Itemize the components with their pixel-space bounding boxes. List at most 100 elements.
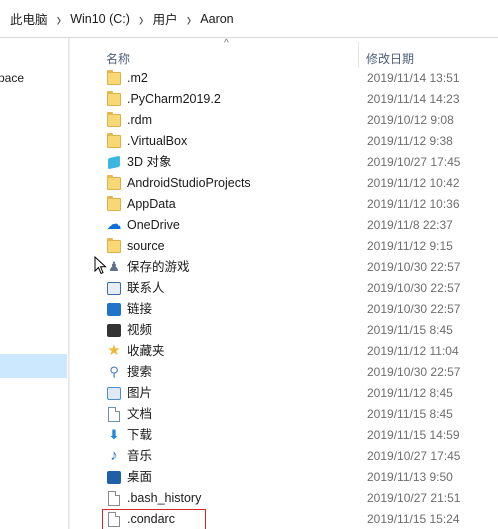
documents-icon <box>106 407 122 422</box>
folder-icon <box>106 91 122 107</box>
file-date-modified: 2019/11/15 8:45 <box>367 323 453 337</box>
file-date-modified: 2019/11/15 14:59 <box>367 428 460 442</box>
file-name: 下载 <box>127 428 153 442</box>
folder-icon <box>106 196 122 212</box>
file-icon <box>106 491 122 506</box>
file-name: .bash_history <box>127 491 202 505</box>
favorites-icon: ★ <box>107 342 121 359</box>
file-name: 保存的游戏 <box>127 260 190 274</box>
file-date-modified: 2019/11/14 14:23 <box>367 92 460 106</box>
file-row[interactable]: AppData 2019/11/12 10:36 <box>86 194 498 215</box>
file-name: 视频 <box>127 323 153 337</box>
file-row[interactable]: ⬇ 下载 2019/11/15 14:59 <box>86 425 498 446</box>
file-row[interactable]: AndroidStudioProjects 2019/11/12 10:42 <box>86 173 498 194</box>
file-rows: .m2 2019/11/14 13:51 .PyCharm2019.2 2019/11… <box>86 68 498 529</box>
file-row[interactable]: 视频 2019/11/15 8:45 <box>86 320 498 341</box>
file-name: 文档 <box>127 407 153 421</box>
breadcrumb-aaron[interactable]: Aaron <box>200 12 233 26</box>
file-name: 音乐 <box>127 449 153 463</box>
file-row[interactable]: ♪ 音乐 2019/10/27 17:45 <box>86 446 498 467</box>
contacts-icon <box>106 281 122 296</box>
file-date-modified: 2019/11/13 9:50 <box>367 470 453 484</box>
navigation-pane[interactable]: pace ▲ <box>0 38 70 529</box>
onedrive-icon: ☁ <box>106 216 122 233</box>
file-row[interactable]: ⚲ 搜索 2019/10/30 22:57 <box>86 362 498 383</box>
mouse-cursor-icon <box>94 256 107 275</box>
column-header-row: ^ 名称 修改日期 <box>86 38 498 68</box>
file-name: AppData <box>127 197 176 211</box>
file-date-modified: 2019/10/30 22:57 <box>367 260 461 274</box>
breadcrumb-separator-icon[interactable]: › <box>139 7 144 29</box>
pictures-icon <box>106 386 122 401</box>
file-name: 收藏夹 <box>127 344 165 358</box>
file-row[interactable]: .VirtualBox 2019/11/12 9:38 <box>86 131 498 152</box>
file-name: .condarc <box>127 512 175 526</box>
file-row[interactable]: .rdm 2019/10/12 9:08 <box>86 110 498 131</box>
file-date-modified: 2019/11/12 11:04 <box>367 344 459 358</box>
breadcrumb-separator-icon[interactable]: › <box>187 7 192 29</box>
file-name: 图片 <box>127 386 153 400</box>
videos-icon <box>106 323 122 338</box>
file-date-modified: 2019/11/12 10:42 <box>367 176 460 190</box>
nav-item-selected[interactable] <box>0 354 67 378</box>
folder-icon <box>106 70 122 86</box>
file-row[interactable]: ♟ 保存的游戏 2019/10/30 22:57 <box>86 257 498 278</box>
file-row[interactable]: 链接 2019/10/30 22:57 <box>86 299 498 320</box>
file-date-modified: 2019/10/27 21:51 <box>367 491 461 505</box>
file-name: AndroidStudioProjects <box>127 176 251 190</box>
file-name: .PyCharm2019.2 <box>127 92 221 106</box>
file-name: 搜索 <box>127 365 153 379</box>
sort-ascending-icon: ^ <box>224 38 229 49</box>
nav-scrollbar[interactable]: ▲ <box>68 38 70 529</box>
file-name: OneDrive <box>127 218 180 232</box>
column-divider[interactable] <box>358 42 359 68</box>
file-row[interactable]: .bash_history 2019/10/27 21:51 <box>86 488 498 509</box>
file-row[interactable]: ☁ OneDrive 2019/11/8 22:37 <box>86 215 498 236</box>
folder-icon <box>106 133 122 149</box>
file-row[interactable]: ★ 收藏夹 2019/11/12 11:04 <box>86 341 498 362</box>
file-name: 联系人 <box>127 281 165 295</box>
file-row[interactable]: .m2 2019/11/14 13:51 <box>86 68 498 89</box>
folder-icon <box>106 175 122 191</box>
file-date-modified: 2019/11/14 13:51 <box>367 71 460 85</box>
search-icon: ⚲ <box>109 364 119 379</box>
file-row[interactable]: source 2019/11/12 9:15 <box>86 236 498 257</box>
file-row[interactable]: .PyCharm2019.2 2019/11/14 14:23 <box>86 89 498 110</box>
file-date-modified: 2019/11/15 8:45 <box>367 407 453 421</box>
file-date-modified: 2019/10/27 17:45 <box>367 155 461 169</box>
file-list[interactable]: ^ 名称 修改日期 .m2 2019/11/14 13:51 .PyCharm201… <box>86 38 498 529</box>
file-name: .VirtualBox <box>127 134 188 148</box>
folder-icon <box>106 238 122 254</box>
file-date-modified: 2019/10/30 22:57 <box>367 302 461 316</box>
file-date-modified: 2019/10/30 22:57 <box>367 281 461 295</box>
desktop-icon <box>106 470 122 485</box>
breadcrumb-users[interactable]: 用户 <box>153 9 178 28</box>
file-row[interactable]: 图片 2019/11/12 8:45 <box>86 383 498 404</box>
breadcrumb-separator-icon[interactable]: › <box>57 7 62 29</box>
file-name: 桌面 <box>127 470 153 484</box>
file-name: 链接 <box>127 302 153 316</box>
file-date-modified: 2019/11/12 9:15 <box>367 239 453 253</box>
column-header-date-modified[interactable]: 修改日期 <box>366 50 414 67</box>
file-date-modified: 2019/10/30 22:57 <box>367 365 461 379</box>
file-row[interactable]: 桌面 2019/11/13 9:50 <box>86 467 498 488</box>
file-name: source <box>127 239 165 253</box>
breadcrumb-this-pc[interactable]: 此电脑 <box>10 9 48 28</box>
file-date-modified: 2019/11/12 10:36 <box>367 197 460 211</box>
address-bar[interactable]: 此电脑 › Win10 (C:) › 用户 › Aaron <box>0 0 498 38</box>
file-date-modified: 2019/10/27 17:45 <box>367 449 461 463</box>
file-row[interactable]: 文档 2019/11/15 8:45 <box>86 404 498 425</box>
saved-games-icon: ♟ <box>108 259 120 274</box>
file-icon <box>106 512 122 527</box>
nav-item-partial[interactable]: pace <box>0 68 68 89</box>
breadcrumb-drive[interactable]: Win10 (C:) <box>70 12 130 26</box>
file-name: .m2 <box>127 71 148 85</box>
file-row[interactable]: .condarc 2019/11/15 15:24 <box>86 509 498 529</box>
file-name: .rdm <box>127 113 152 127</box>
file-date-modified: 2019/11/12 8:45 <box>367 386 453 400</box>
file-row[interactable]: 联系人 2019/10/30 22:57 <box>86 278 498 299</box>
file-row[interactable]: 3D 对象 2019/10/27 17:45 <box>86 152 498 173</box>
column-header-name[interactable]: 名称 <box>106 50 130 67</box>
3d-objects-icon <box>106 155 122 170</box>
links-icon <box>106 302 122 317</box>
